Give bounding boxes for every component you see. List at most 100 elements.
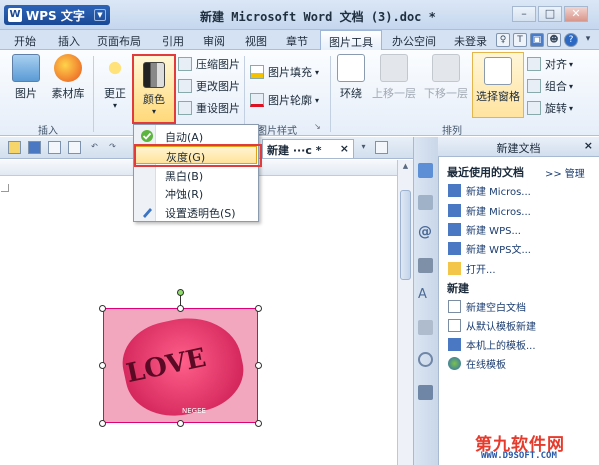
picture-outline-button[interactable]: 图片轮廓 ▾ bbox=[250, 92, 319, 108]
undo-icon[interactable]: ↶ bbox=[88, 141, 101, 154]
menu-item-washout[interactable]: 冲蚀(R) bbox=[135, 184, 257, 202]
copy-icon[interactable] bbox=[418, 258, 433, 273]
window-layout-icon[interactable] bbox=[375, 141, 388, 154]
at-icon[interactable]: @ bbox=[418, 224, 433, 240]
app-menu-button[interactable]: W WPS 文字 ▼ bbox=[4, 5, 110, 25]
scroll-up-icon[interactable]: ▲ bbox=[400, 162, 411, 173]
tab-picture-tools[interactable]: 图片工具 bbox=[320, 30, 382, 50]
group-button[interactable]: 组合 ▾ bbox=[527, 78, 573, 94]
recent-doc-label: 新建 Micros... bbox=[466, 187, 531, 198]
resize-handle-sw[interactable] bbox=[99, 420, 106, 427]
dialog-launcher-icon[interactable]: ↘ bbox=[314, 122, 321, 131]
rotation-handle[interactable] bbox=[177, 289, 184, 296]
scrollbar-thumb[interactable] bbox=[400, 190, 411, 280]
resize-handle-ne[interactable] bbox=[255, 305, 262, 312]
vertical-scrollbar[interactable]: ▲ bbox=[397, 160, 413, 465]
selection-pane-button[interactable]: 选择窗格 bbox=[472, 52, 524, 118]
recent-doc-item[interactable]: 新建 Micros... bbox=[448, 203, 531, 218]
picture-icon bbox=[12, 54, 40, 82]
tab-page-layout[interactable]: 页面布局 bbox=[97, 33, 141, 49]
tab-view[interactable]: 视图 bbox=[245, 33, 267, 49]
compress-picture-button[interactable]: 压缩图片 bbox=[178, 56, 240, 72]
skin-icon[interactable]: ☻ bbox=[547, 33, 561, 47]
tab-review[interactable]: 审阅 bbox=[203, 33, 225, 49]
asset-library-icon bbox=[54, 54, 82, 82]
resize-handle-e[interactable] bbox=[255, 362, 262, 369]
help-icon[interactable]: ? bbox=[564, 33, 578, 47]
reset-picture-button[interactable]: 重设图片 bbox=[178, 100, 240, 116]
color-icon bbox=[143, 62, 165, 88]
chevron-down-icon[interactable]: ▾ bbox=[581, 33, 595, 47]
open-icon[interactable] bbox=[8, 141, 21, 154]
tab-start[interactable]: 开始 bbox=[14, 33, 36, 49]
wps-logo-icon: W bbox=[8, 8, 22, 22]
manage-link[interactable]: >> 管理 bbox=[545, 165, 585, 180]
chevron-down-icon: ▾ bbox=[315, 95, 320, 105]
close-tab-icon[interactable]: × bbox=[340, 142, 349, 155]
new-blank-link[interactable]: 新建空白文档 bbox=[448, 299, 526, 314]
resize-handle-w[interactable] bbox=[99, 362, 106, 369]
bring-forward-button[interactable]: 上移一层 bbox=[370, 54, 418, 101]
local-templates-link[interactable]: 本机上的模板... bbox=[448, 337, 536, 352]
bring-forward-label: 上移一层 bbox=[372, 87, 416, 100]
resize-handle-n[interactable] bbox=[177, 305, 184, 312]
document-tab[interactable]: 新建 ···c * × bbox=[262, 139, 354, 158]
group-label: 组合 bbox=[545, 80, 567, 93]
open-link[interactable]: 打开... bbox=[448, 261, 496, 276]
refresh-icon[interactable] bbox=[418, 352, 433, 367]
layout-icon[interactable]: ▣ bbox=[530, 33, 544, 47]
login-status[interactable]: 未登录 bbox=[454, 33, 487, 49]
selection-pane-icon bbox=[484, 57, 512, 85]
menu-item-black-white[interactable]: 黑白(B) bbox=[135, 166, 257, 184]
tab-insert[interactable]: 插入 bbox=[58, 33, 80, 49]
tab-chapter[interactable]: 章节 bbox=[286, 33, 308, 49]
menu-item-set-transparent[interactable]: 设置透明色(S) bbox=[135, 203, 257, 221]
new-item-label: 从默认模板新建 bbox=[466, 322, 536, 333]
margin-marker bbox=[1, 184, 9, 192]
correct-button[interactable]: 更正 ▾ bbox=[100, 54, 130, 110]
comment-icon[interactable] bbox=[418, 195, 433, 210]
save-icon[interactable] bbox=[28, 141, 41, 154]
close-pane-icon[interactable]: × bbox=[584, 139, 593, 152]
wrap-button[interactable]: 环绕 bbox=[336, 54, 366, 101]
style-icon[interactable]: A bbox=[418, 287, 433, 302]
resize-handle-nw[interactable] bbox=[99, 305, 106, 312]
rotate-icon bbox=[527, 101, 541, 115]
picture-fill-button[interactable]: 图片填充 ▾ bbox=[250, 64, 319, 80]
send-backward-button[interactable]: 下移一层 bbox=[422, 54, 470, 101]
recent-doc-item[interactable]: 新建 WPS... bbox=[448, 222, 521, 237]
recent-doc-item[interactable]: 新建 Micros... bbox=[448, 183, 531, 198]
chevron-down-icon[interactable]: ▾ bbox=[357, 141, 370, 154]
manage-label: 管理 bbox=[564, 169, 585, 180]
new-from-default-link[interactable]: 从默认模板新建 bbox=[448, 318, 536, 333]
chevron-down-icon: ▾ bbox=[569, 81, 574, 91]
resize-handle-s[interactable] bbox=[177, 420, 184, 427]
rotate-button[interactable]: 旋转 ▾ bbox=[527, 100, 573, 116]
backup-icon[interactable] bbox=[418, 385, 433, 400]
tab-references[interactable]: 引用 bbox=[162, 33, 184, 49]
new-document-icon[interactable] bbox=[418, 163, 433, 178]
user-icon[interactable]: ♀ bbox=[496, 33, 510, 47]
color-button[interactable]: 颜色 ▾ bbox=[132, 54, 176, 124]
shirt-icon[interactable]: T bbox=[513, 33, 527, 47]
print-icon[interactable] bbox=[48, 141, 61, 154]
love-picture[interactable]: LOVE NEGEE bbox=[103, 308, 258, 423]
menu-item-grayscale[interactable]: 灰度(G) bbox=[135, 146, 257, 164]
maximize-button[interactable]: □ bbox=[538, 6, 562, 22]
recent-doc-item[interactable]: 新建 WPS文... bbox=[448, 241, 531, 256]
menu-item-label: 设置透明色(S) bbox=[165, 207, 236, 220]
grid-icon[interactable] bbox=[418, 320, 433, 335]
align-button[interactable]: 对齐 ▾ bbox=[527, 56, 573, 72]
redo-icon[interactable]: ↷ bbox=[106, 141, 119, 154]
tab-office-space[interactable]: 办公空间 bbox=[392, 33, 436, 49]
picture-button[interactable]: 图片 bbox=[8, 54, 44, 101]
change-picture-icon bbox=[178, 79, 192, 93]
change-picture-button[interactable]: 更改图片 bbox=[178, 78, 240, 94]
asset-library-button[interactable]: 素材库 bbox=[50, 54, 86, 101]
close-button[interactable]: ✕ bbox=[564, 6, 588, 22]
menu-item-auto[interactable]: 自动(A) bbox=[135, 127, 257, 145]
online-templates-link[interactable]: 在线模板 bbox=[448, 356, 506, 371]
resize-handle-se[interactable] bbox=[255, 420, 262, 427]
minimize-button[interactable]: – bbox=[512, 6, 536, 22]
print-preview-icon[interactable] bbox=[68, 141, 81, 154]
